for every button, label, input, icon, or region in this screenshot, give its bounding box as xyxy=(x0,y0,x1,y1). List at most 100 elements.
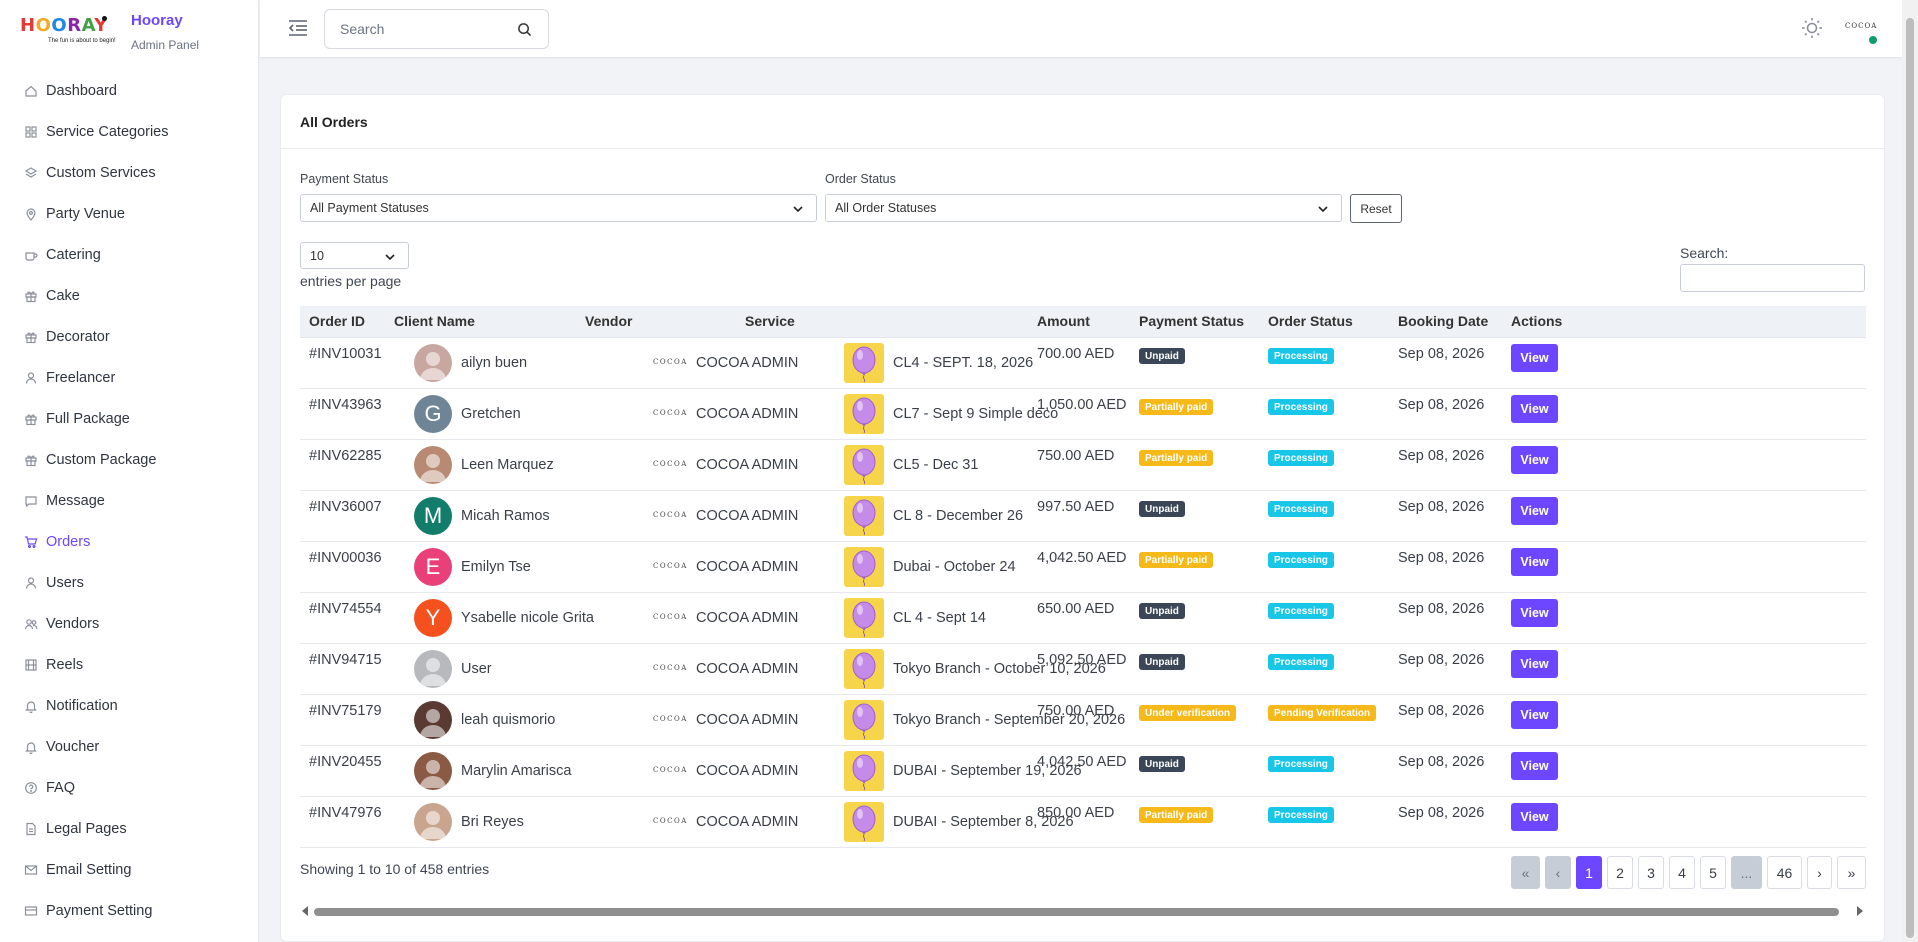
sidebar-item-notification[interactable]: Notification xyxy=(0,685,259,726)
menu-toggle-icon[interactable] xyxy=(287,17,309,39)
order-status-label: Order Status xyxy=(825,172,896,186)
booking-date: Sep 08, 2026 xyxy=(1398,754,1485,770)
sidebar-item-orders[interactable]: Orders xyxy=(0,521,259,562)
column-header-order-id[interactable]: Order ID xyxy=(309,313,365,329)
table-header: Order ID Client Name Vendor Service Amount Pa… xyxy=(300,306,1866,338)
global-search-input[interactable] xyxy=(325,10,495,48)
table-search-label: Search: xyxy=(1680,245,1729,261)
client-name: Micah Ramos xyxy=(461,508,550,524)
sidebar-item-faq[interactable]: FAQ xyxy=(0,767,259,808)
vertical-scrollbar[interactable] xyxy=(1902,0,1918,942)
horizontal-scrollbar-thumb[interactable] xyxy=(314,908,1839,916)
view-button[interactable]: View xyxy=(1511,752,1558,780)
order-status-select[interactable]: All Order Statuses xyxy=(825,194,1342,222)
payment-status-badge: Partially paid xyxy=(1139,399,1214,415)
brand[interactable]: HOORAY The fun is about to begin! Hooray… xyxy=(20,12,250,56)
view-button[interactable]: View xyxy=(1511,548,1558,576)
vendor-logo: COCOA xyxy=(653,460,688,468)
page-size-select[interactable]: 10 xyxy=(300,242,409,269)
sidebar-item-dashboard[interactable]: Dashboard xyxy=(0,70,259,111)
column-header-client-name[interactable]: Client Name xyxy=(394,313,475,329)
showing-entries-text: Showing 1 to 10 of 458 entries xyxy=(300,861,490,877)
gift-icon xyxy=(24,453,38,467)
bell-icon xyxy=(24,699,38,713)
reset-button[interactable]: Reset xyxy=(1350,194,1402,223)
sidebar-item-email-setting[interactable]: Email Setting xyxy=(0,849,259,890)
view-button[interactable]: View xyxy=(1511,599,1558,627)
amount: 4,042.50 AED xyxy=(1037,754,1127,770)
table-row: #INV00036 E Emilyn Tse COCOA COCOA ADMIN Duba… xyxy=(300,542,1866,593)
prev-page-button[interactable]: ‹ xyxy=(1545,856,1571,889)
view-button[interactable]: View xyxy=(1511,446,1558,474)
sidebar-item-legal-pages[interactable]: Legal Pages xyxy=(0,808,259,849)
sidebar-item-cake[interactable]: Cake xyxy=(0,275,259,316)
view-button[interactable]: View xyxy=(1511,497,1558,525)
column-header-payment-status[interactable]: Payment Status xyxy=(1139,313,1244,329)
sidebar-item-service-categories[interactable]: Service Categories xyxy=(0,111,259,152)
sidebar-item-full-package[interactable]: Full Package xyxy=(0,398,259,439)
sidebar-item-label: Dashboard xyxy=(46,82,117,99)
page-button-46[interactable]: 46 xyxy=(1767,856,1802,889)
help-circle-icon xyxy=(24,781,38,795)
vertical-scrollbar-thumb[interactable] xyxy=(1906,18,1914,938)
page-button-2[interactable]: 2 xyxy=(1607,856,1633,889)
vendor-name: COCOA ADMIN xyxy=(696,661,799,677)
column-header-amount[interactable]: Amount xyxy=(1037,313,1090,329)
view-button[interactable]: View xyxy=(1511,344,1558,372)
sidebar-item-decorator[interactable]: Decorator xyxy=(0,316,259,357)
column-header-order-status[interactable]: Order Status xyxy=(1268,313,1353,329)
sidebar-item-message[interactable]: Message xyxy=(0,480,259,521)
client-name: Gretchen xyxy=(461,406,521,422)
sidebar-item-label: Legal Pages xyxy=(46,820,127,837)
first-page-button[interactable]: « xyxy=(1511,856,1540,889)
page-button-4[interactable]: 4 xyxy=(1669,856,1695,889)
booking-date: Sep 08, 2026 xyxy=(1398,652,1485,668)
view-button[interactable]: View xyxy=(1511,803,1558,831)
scroll-right-arrow[interactable] xyxy=(1857,906,1863,916)
sidebar-item-freelancer[interactable]: Freelancer xyxy=(0,357,259,398)
payment-status-select[interactable]: All Payment Statuses xyxy=(300,194,817,222)
page-button-1[interactable]: 1 xyxy=(1576,856,1602,889)
message-icon xyxy=(24,494,38,508)
sidebar-item-custom-package[interactable]: Custom Package xyxy=(0,439,259,480)
last-page-button[interactable]: » xyxy=(1837,856,1866,889)
view-button[interactable]: View xyxy=(1511,701,1558,729)
view-button[interactable]: View xyxy=(1511,395,1558,423)
sidebar-item-users[interactable]: Users xyxy=(0,562,259,603)
column-header-booking-date[interactable]: Booking Date xyxy=(1398,313,1488,329)
column-header-service[interactable]: Service xyxy=(745,313,795,329)
view-button[interactable]: View xyxy=(1511,650,1558,678)
global-search[interactable] xyxy=(324,9,549,49)
table-row: #INV74554 Y Ysabelle nicole Grita COCOA COCO… xyxy=(300,593,1866,644)
payment-status-badge: Partially paid xyxy=(1139,807,1214,823)
payment-status-badge: Unpaid xyxy=(1139,501,1185,517)
sidebar-item-custom-services[interactable]: Custom Services xyxy=(0,152,259,193)
order-status-badge: Pending Verification xyxy=(1268,705,1377,721)
brand-logo-dot xyxy=(102,16,107,21)
horizontal-scrollbar[interactable] xyxy=(300,905,1866,917)
page-button-5[interactable]: 5 xyxy=(1700,856,1726,889)
sidebar-item-label: Vendors xyxy=(46,615,100,632)
sidebar-item-voucher[interactable]: Voucher xyxy=(0,726,259,767)
sidebar-item-payment-setting[interactable]: Payment Setting xyxy=(0,890,259,931)
page-button-3[interactable]: 3 xyxy=(1638,856,1664,889)
vendor-name: COCOA ADMIN xyxy=(696,508,799,524)
vendor-name: COCOA ADMIN xyxy=(696,610,799,626)
page-size-value: 10 xyxy=(310,248,324,263)
table-search-input[interactable] xyxy=(1680,264,1865,292)
client-avatar xyxy=(414,446,452,484)
sidebar-item-reels[interactable]: Reels xyxy=(0,644,259,685)
column-header-actions[interactable]: Actions xyxy=(1511,313,1562,329)
vendor-logo: COCOA xyxy=(653,409,688,417)
sun-icon[interactable] xyxy=(1801,17,1823,39)
column-header-vendor[interactable]: Vendor xyxy=(585,313,632,329)
sidebar-item-catering[interactable]: Catering xyxy=(0,234,259,275)
booking-date: Sep 08, 2026 xyxy=(1398,601,1485,617)
next-page-button[interactable]: › xyxy=(1807,856,1832,889)
search-icon[interactable] xyxy=(517,22,532,37)
user-avatar[interactable]: COCOA xyxy=(1843,14,1879,44)
sidebar-item-vendors[interactable]: Vendors xyxy=(0,603,259,644)
sidebar-item-label: Users xyxy=(46,574,84,591)
scroll-left-arrow[interactable] xyxy=(302,906,308,916)
sidebar-item-party-venue[interactable]: Party Venue xyxy=(0,193,259,234)
